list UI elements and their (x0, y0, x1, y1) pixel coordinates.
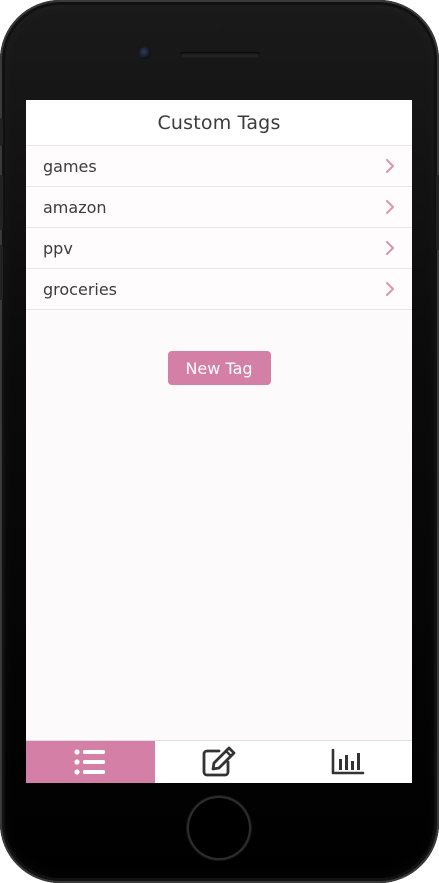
tag-label: games (43, 156, 97, 176)
chevron-right-icon (385, 199, 395, 215)
mute-switch (0, 118, 3, 146)
bar-chart-icon (331, 748, 364, 775)
volume-down-button (0, 245, 3, 300)
chevron-right-icon (385, 281, 395, 297)
tag-label: ppv (43, 238, 73, 258)
tag-row-games[interactable]: games (26, 146, 412, 187)
front-camera-icon (139, 47, 151, 59)
tab-stats[interactable] (283, 741, 412, 783)
tag-label: amazon (43, 197, 107, 217)
earpiece-speaker (180, 52, 260, 58)
tag-row-groceries[interactable]: groceries (26, 269, 412, 310)
chevron-right-icon (385, 158, 395, 174)
proximity-sensor (214, 22, 221, 29)
nav-header: Custom Tags (26, 100, 412, 146)
phone-frame: Custom Tags games amazon ppv groceries N… (0, 0, 439, 883)
tag-row-ppv[interactable]: ppv (26, 228, 412, 269)
volume-up-button (0, 175, 3, 230)
list-icon (74, 749, 106, 775)
tab-list[interactable] (26, 741, 155, 783)
edit-icon (202, 746, 236, 777)
chevron-right-icon (385, 240, 395, 256)
new-tag-container: New Tag (26, 351, 412, 385)
bottom-tab-bar (26, 740, 412, 783)
app-screen: Custom Tags games amazon ppv groceries N… (26, 100, 412, 783)
new-tag-button[interactable]: New Tag (167, 351, 271, 385)
home-button[interactable] (189, 798, 249, 858)
tag-label: groceries (43, 279, 118, 299)
page-title: Custom Tags (157, 111, 281, 134)
tag-row-amazon[interactable]: amazon (26, 187, 412, 228)
tab-edit[interactable] (155, 741, 284, 783)
tag-list: games amazon ppv groceries (26, 146, 412, 310)
